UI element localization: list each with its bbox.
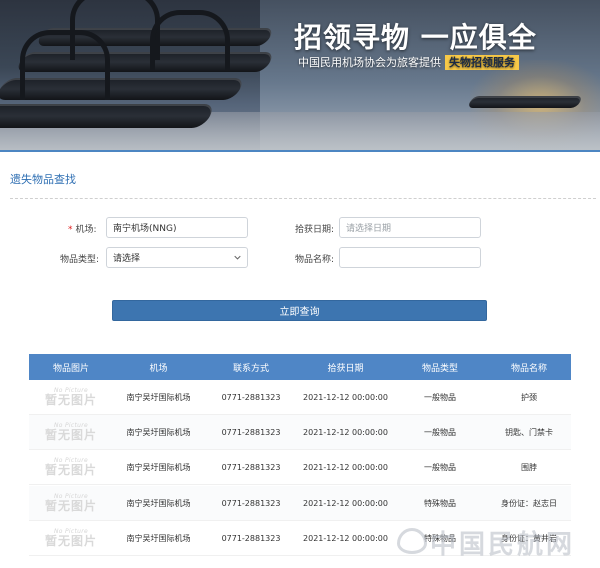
header-item-type: 物品类型 [421,363,458,374]
no-picture-cn: 暂无图片 [44,463,97,477]
item-type-cell: 一般物品 [424,392,456,402]
airport-cell: 南宁吴圩国际机场 [126,533,191,543]
found-date-cell: 2021-12-12 00:00:00 [303,392,388,402]
airport-label: * 机场: [68,222,97,235]
contact-cell: 0771-2881323 [221,427,281,437]
item-type-label: 物品类型: [60,255,100,265]
contact-cell: 0771-2881323 [221,462,281,472]
table-row[interactable]: No Picture 暂无图片 南宁吴圩国际机场 0771-2881323 20… [29,486,571,521]
watermark: 中国民航网 [430,530,576,560]
found-date-label: 拾获日期: [295,225,335,235]
item-name-cell: 护颈 [521,392,537,402]
airport-input-value: 南宁机场(NNG) [113,224,177,234]
found-date-input[interactable]: 请选择日期 [339,217,481,238]
found-date-placeholder: 请选择日期 [346,224,392,234]
item-picture-cell: No Picture 暂无图片 [29,383,113,411]
table-row[interactable]: No Picture 暂无图片 南宁吴圩国际机场 0771-2881323 20… [29,380,571,415]
no-picture-placeholder: No Picture 暂无图片 [39,383,103,411]
required-marker: * [68,225,73,235]
item-type-cell: 一般物品 [424,462,456,472]
no-picture-cn: 暂无图片 [44,499,97,513]
banner-divider [0,150,600,152]
item-name-label: 物品名称: [295,255,335,265]
no-picture-placeholder: No Picture 暂无图片 [39,453,103,481]
section-title: 遗失物品查找 [10,173,76,186]
contact-cell: 0771-2881323 [221,392,281,402]
item-name-cell: 身份证：赵志日 [501,498,557,508]
banner-chair-arm [20,30,110,100]
header-item-name: 物品名称 [510,363,547,374]
item-picture-cell: No Picture 暂无图片 [29,453,113,481]
airport-cell: 南宁吴圩国际机场 [126,427,191,437]
banner-title: 招领寻物 一应俱全 [294,21,537,54]
chevron-down-icon [234,255,241,260]
contact-cell: 0771-2881323 [221,533,281,543]
found-date-cell: 2021-12-12 00:00:00 [303,498,388,508]
item-type-select[interactable]: 请选择 [106,247,248,268]
banner-subtitle-text: 中国民用机场协会为旅客提供 [298,56,441,69]
watermark-logo-icon [397,528,427,554]
airport-cell: 南宁吴圩国际机场 [126,498,191,508]
table-row[interactable]: No Picture 暂无图片 南宁吴圩国际机场 0771-2881323 20… [29,415,571,450]
no-picture-cn: 暂无图片 [44,534,97,548]
found-date-cell: 2021-12-12 00:00:00 [303,462,388,472]
header-item-picture: 物品图片 [52,363,89,374]
banner-subtitle-highlight: 失物招领服务 [445,55,519,70]
banner-chair-arm [150,10,230,70]
header-airport: 机场 [149,363,168,374]
item-type-value: 请选择 [113,254,141,264]
found-date-cell: 2021-12-12 00:00:00 [303,533,388,543]
contact-cell: 0771-2881323 [221,498,281,508]
banner-chair [0,104,217,128]
no-picture-cn: 暂无图片 [44,393,97,407]
banner-chair [466,96,584,108]
section-divider [10,198,596,199]
item-picture-cell: No Picture 暂无图片 [29,418,113,446]
no-picture-placeholder: No Picture 暂无图片 [39,524,103,552]
item-name-input[interactable] [339,247,481,268]
airport-cell: 南宁吴圩国际机场 [126,392,191,402]
airport-label-text: 机场: [75,225,97,235]
no-picture-placeholder: No Picture 暂无图片 [39,489,103,517]
header-contact: 联系方式 [232,363,269,374]
table-row[interactable]: No Picture 暂无图片 南宁吴圩国际机场 0771-2881323 20… [29,450,571,485]
airport-cell: 南宁吴圩国际机场 [126,462,191,472]
table-header: 物品图片 机场 联系方式 拾获日期 物品类型 物品名称 [29,354,571,380]
item-name-cell: 围脖 [521,462,537,472]
banner: 招领寻物 一应俱全 中国民用机场协会为旅客提供 失物招领服务 [0,0,600,150]
item-type-cell: 特殊物品 [424,498,456,508]
item-picture-cell: No Picture 暂无图片 [29,489,113,517]
search-button[interactable]: 立即查询 [112,300,487,321]
item-picture-cell: No Picture 暂无图片 [29,524,113,552]
item-type-cell: 一般物品 [424,427,456,437]
no-picture-cn: 暂无图片 [44,428,97,442]
header-found-date: 拾获日期 [327,363,364,374]
airport-input[interactable]: 南宁机场(NNG) [106,217,248,238]
item-name-cell: 钥匙、门禁卡 [505,427,553,437]
banner-subtitle: 中国民用机场协会为旅客提供 失物招领服务 [298,54,519,70]
no-picture-placeholder: No Picture 暂无图片 [39,418,103,446]
found-date-cell: 2021-12-12 00:00:00 [303,427,388,437]
